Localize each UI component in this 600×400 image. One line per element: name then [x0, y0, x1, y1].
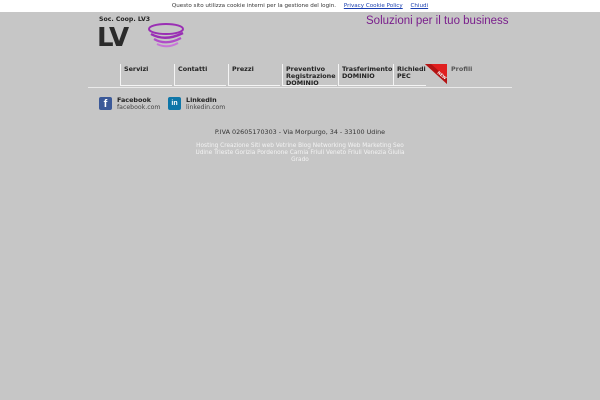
social-url: linkedin.com [186, 104, 226, 111]
privacy-cookie-policy-link[interactable]: Privacy Cookie Policy [344, 3, 403, 9]
cookie-text: Questo sito utilizza cookie interni per … [171, 3, 337, 9]
facebook-icon: f [99, 97, 112, 110]
nav-item-label: Preventivo Registrazione DOMINIO [286, 65, 336, 87]
nav-item-trasferimento-dominio[interactable]: Trasferimento DOMINIO [338, 64, 393, 86]
nav-item-richiedi-pec[interactable]: Richiedi PEC [393, 64, 426, 86]
new-ribbon-icon: NEW [425, 64, 448, 84]
nav-item-profili[interactable]: Profili [448, 64, 478, 86]
company-info: P.IVA 02605170303 - Via Morpurgo, 34 - 3… [214, 128, 386, 136]
social-name: LinkedIn [186, 96, 217, 104]
cookie-bar: Questo sito utilizza cookie interni per … [0, 0, 600, 12]
nav-item-label: Profili [451, 65, 473, 73]
nav-item-label: Contatti [178, 65, 208, 73]
logo-text: LV [97, 23, 129, 51]
tagline: Soluzioni per il tuo business [366, 15, 509, 27]
lv3-logo[interactable]: LV [97, 21, 192, 53]
linkedin-icon: in [168, 97, 181, 110]
new-ribbon-badge: NEW [425, 64, 448, 84]
close-cookie-link[interactable]: Chiudi [410, 3, 428, 9]
nav-item-servizi[interactable]: Servizi [120, 64, 172, 86]
social-name: Facebook [117, 96, 152, 104]
logo-graphic: LV [97, 23, 184, 53]
nav-item-label: Servizi [124, 65, 149, 73]
social-url: facebook.com [117, 104, 161, 111]
nav-item-label: Trasferimento DOMINIO [342, 65, 393, 80]
footer-keywords: Hosting Creazione Siti web Vetrine Blog … [195, 143, 405, 163]
nav-divider [88, 87, 512, 88]
nav-item-contatti[interactable]: Contatti [174, 64, 226, 86]
logo-swirl-icon [148, 23, 184, 48]
nav-item-label: Richiedi PEC [397, 65, 426, 80]
nav-item-preventivo-dominio[interactable]: Preventivo Registrazione DOMINIO [282, 64, 337, 87]
nav-item-prezzi[interactable]: Prezzi [228, 64, 280, 86]
nav-item-label: Prezzi [232, 65, 254, 73]
